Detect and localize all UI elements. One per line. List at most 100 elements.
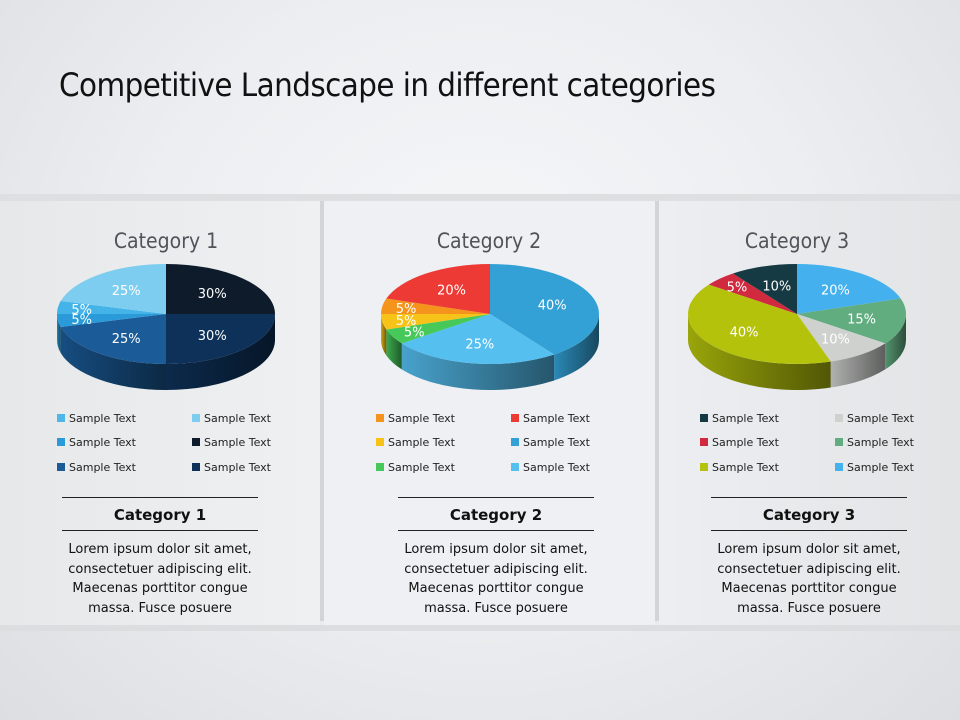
slice-label-2: 25% bbox=[112, 332, 141, 347]
legend-swatch bbox=[376, 463, 384, 471]
legend-label: Sample Text bbox=[712, 412, 779, 425]
legend-swatch bbox=[511, 414, 519, 422]
legend-item: Sample Text bbox=[192, 412, 271, 425]
pie-chart-category-1: 30%30%25%5%5%25% bbox=[57, 264, 275, 390]
legend-item: Sample Text bbox=[192, 436, 271, 449]
legend-label: Sample Text bbox=[204, 412, 271, 425]
legend-label: Sample Text bbox=[69, 412, 136, 425]
slice-label-4: 5% bbox=[727, 280, 748, 295]
legend-label: Sample Text bbox=[523, 436, 590, 449]
slice-label-5: 25% bbox=[112, 284, 141, 299]
chart-title-1: Category 1 bbox=[113, 229, 219, 253]
description-line: Lorem ipsum dolor sit amet, bbox=[404, 542, 588, 557]
legend-swatch bbox=[192, 438, 200, 446]
legend-label: Sample Text bbox=[69, 436, 136, 449]
legend-swatch bbox=[700, 438, 708, 446]
pie-chart-category-2: 40%25%5%5%5%20% bbox=[381, 264, 599, 390]
panel-heading-3: Category 3 bbox=[762, 506, 856, 524]
legend-swatch bbox=[57, 438, 65, 446]
legend-label: Sample Text bbox=[388, 412, 455, 425]
slice-label-1: 25% bbox=[465, 338, 494, 353]
legend-swatch bbox=[192, 414, 200, 422]
slice-label-2: 10% bbox=[821, 332, 850, 347]
legend-item: Sample Text bbox=[376, 461, 455, 474]
legend-label: Sample Text bbox=[523, 412, 590, 425]
panel-description-3: Lorem ipsum dolor sit amet, consectetuer… bbox=[699, 540, 919, 618]
description-line: massa. Fusce posuere bbox=[88, 600, 232, 616]
legend-label: Sample Text bbox=[204, 461, 271, 474]
legend-item: Sample Text bbox=[835, 412, 914, 425]
legend-swatch bbox=[511, 438, 519, 446]
legend-item: Sample Text bbox=[700, 436, 779, 449]
description-line: Lorem ipsum dolor sit amet, bbox=[68, 542, 252, 557]
chart-title-2: Category 2 bbox=[436, 229, 542, 253]
description-line: consectetuer adipiscing elit. bbox=[404, 561, 588, 577]
panel-description-1: Lorem ipsum dolor sit amet, consectetuer… bbox=[50, 540, 270, 618]
legend-label: Sample Text bbox=[388, 436, 455, 449]
legend-item: Sample Text bbox=[57, 436, 136, 449]
legend-label: Sample Text bbox=[204, 436, 271, 449]
slice-label-0: 30% bbox=[198, 287, 227, 302]
heading-rule-bottom bbox=[62, 530, 258, 531]
chart-title-3: Category 3 bbox=[744, 229, 850, 253]
panel-divider bbox=[655, 201, 659, 621]
panel-bottom-border bbox=[0, 625, 960, 631]
panel-heading-1: Category 1 bbox=[113, 506, 207, 524]
slice-label-0: 40% bbox=[538, 299, 567, 314]
legend-item: Sample Text bbox=[511, 436, 590, 449]
panel-heading-2: Category 2 bbox=[449, 506, 543, 524]
legend-label: Sample Text bbox=[69, 461, 136, 474]
legend-item: Sample Text bbox=[700, 412, 779, 425]
description-line: Lorem ipsum dolor sit amet, bbox=[717, 542, 901, 557]
description-line: Maecenas porttitor congue bbox=[72, 581, 248, 596]
description-line: massa. Fusce posuere bbox=[737, 600, 881, 616]
legend-label: Sample Text bbox=[847, 412, 914, 425]
legend-label: Sample Text bbox=[847, 436, 914, 449]
slice-label-1: 15% bbox=[847, 313, 876, 328]
legend-item: Sample Text bbox=[376, 436, 455, 449]
description-line: massa. Fusce posuere bbox=[424, 600, 568, 616]
legend-swatch bbox=[700, 463, 708, 471]
legend-item: Sample Text bbox=[835, 461, 914, 474]
legend-swatch bbox=[376, 414, 384, 422]
slice-label-4: 5% bbox=[71, 303, 92, 318]
legend-item: Sample Text bbox=[192, 461, 271, 474]
slice-label-3: 40% bbox=[730, 326, 759, 341]
legend-swatch bbox=[511, 463, 519, 471]
description-line: Maecenas porttitor congue bbox=[408, 581, 584, 596]
description-line: consectetuer adipiscing elit. bbox=[68, 561, 252, 577]
legend-swatch bbox=[835, 438, 843, 446]
legend-swatch bbox=[700, 414, 708, 422]
heading-rule-top bbox=[398, 497, 594, 498]
legend-item: Sample Text bbox=[835, 436, 914, 449]
legend-label: Sample Text bbox=[712, 461, 779, 474]
slide-title: Competitive Landscape in different categ… bbox=[59, 66, 716, 104]
legend-item: Sample Text bbox=[57, 412, 136, 425]
legend-item: Sample Text bbox=[376, 412, 455, 425]
legend-item: Sample Text bbox=[57, 461, 136, 474]
heading-rule-bottom bbox=[398, 530, 594, 531]
pie-chart-category-3: 20% 15% 10% 40% 5% 10% bbox=[688, 264, 906, 390]
legend-label: Sample Text bbox=[847, 461, 914, 474]
slice-label-0: 20% bbox=[821, 284, 850, 299]
legend-item: Sample Text bbox=[511, 412, 590, 425]
legend-swatch bbox=[835, 463, 843, 471]
panel-divider bbox=[320, 201, 324, 621]
slice-label-1: 30% bbox=[198, 329, 227, 344]
legend-item: Sample Text bbox=[700, 461, 779, 474]
legend-item: Sample Text bbox=[511, 461, 590, 474]
legend-swatch bbox=[192, 463, 200, 471]
legend-swatch bbox=[835, 414, 843, 422]
heading-rule-top bbox=[711, 497, 907, 498]
panel-top-border bbox=[0, 194, 960, 201]
legend-label: Sample Text bbox=[523, 461, 590, 474]
slice-label-4: 5% bbox=[396, 302, 417, 317]
panel-description-2: Lorem ipsum dolor sit amet, consectetuer… bbox=[386, 540, 606, 618]
slice-label-5: 10% bbox=[762, 279, 791, 294]
legend-swatch bbox=[57, 414, 65, 422]
heading-rule-bottom bbox=[711, 530, 907, 531]
legend-swatch bbox=[57, 463, 65, 471]
description-line: consectetuer adipiscing elit. bbox=[717, 561, 901, 577]
legend-swatch bbox=[376, 438, 384, 446]
heading-rule-top bbox=[62, 497, 258, 498]
